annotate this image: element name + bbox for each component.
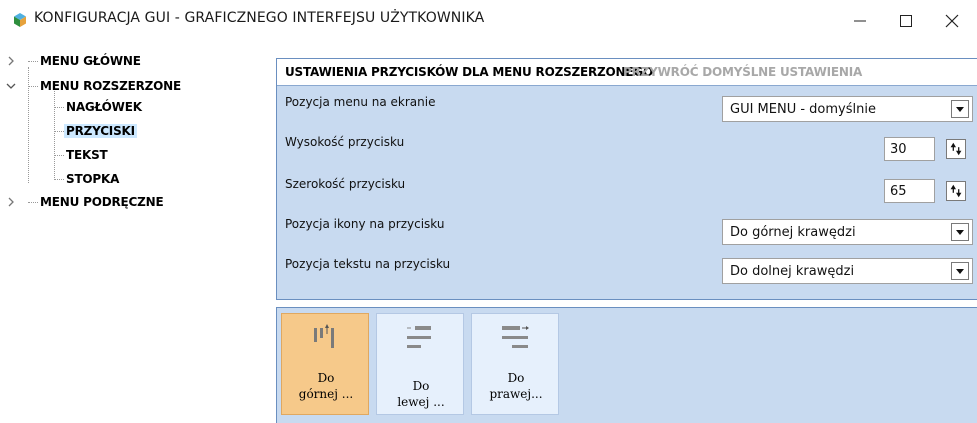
- tree-item-menu-rozszerzone[interactable]: MENU ROZSZERZONE: [38, 77, 183, 95]
- window-title: KONFIGURACJA GUI - GRAFICZNEGO INTERFEJS…: [34, 10, 485, 26]
- text-position-select[interactable]: Do dolnej krawędzi: [722, 258, 973, 284]
- align-left-line2: lewej ...: [397, 395, 445, 409]
- menu-position-value: GUI MENU - domyślnie: [730, 102, 876, 117]
- icon-position-label: Pozycja ikony na przycisku: [285, 217, 445, 231]
- align-right-icon: [502, 326, 529, 348]
- tree-connector: [54, 107, 64, 108]
- align-top-line2: górnej ...: [298, 387, 354, 401]
- tree-item-tekst[interactable]: TEKST: [64, 146, 110, 164]
- tree-connector: [54, 91, 55, 180]
- dropdown-button[interactable]: [951, 262, 969, 280]
- tree-item-stopka[interactable]: STOPKA: [64, 170, 121, 188]
- icon-alignment-toolbar: Do górnej ... Do lewej ... Do prawej...: [276, 307, 977, 423]
- chevron-down-icon: [956, 106, 964, 112]
- gui-config-app-icon: [14, 13, 26, 27]
- tree-connector: [28, 67, 29, 183]
- tree-item-przyciski[interactable]: PRZYCISKI: [64, 122, 137, 140]
- menu-position-select[interactable]: GUI MENU - domyślnie: [722, 96, 973, 122]
- maximize-button[interactable]: [883, 6, 929, 36]
- align-top-icon: [314, 324, 334, 348]
- chevron-right-icon[interactable]: [5, 196, 17, 208]
- restore-defaults-link[interactable]: PRZYWRÓĆ DOMYŚLNE USTAWIENIA: [623, 65, 862, 79]
- close-button[interactable]: [929, 6, 975, 36]
- minimize-button[interactable]: [837, 6, 883, 36]
- tree-item-naglowek[interactable]: NAGŁÓWEK: [64, 98, 144, 116]
- chevron-down-icon: [956, 229, 964, 235]
- close-icon: [945, 14, 959, 28]
- align-right-line2: prawej...: [489, 387, 543, 401]
- minimize-icon: [854, 20, 866, 22]
- align-right-button[interactable]: Do prawej...: [471, 313, 559, 415]
- icon-position-select[interactable]: Do górnej krawędzi: [722, 219, 973, 245]
- button-height-input[interactable]: 30: [884, 137, 935, 161]
- button-width-input[interactable]: 65: [884, 179, 935, 203]
- button-height-label: Wysokość przycisku: [285, 135, 405, 149]
- dropdown-button[interactable]: [951, 100, 969, 118]
- align-top-line1: Do: [317, 371, 335, 385]
- maximize-icon: [900, 15, 912, 27]
- dropdown-button[interactable]: [951, 223, 969, 241]
- settings-tree: MENU GŁÓWNE MENU ROZSZERZONE NAGŁÓWEK PR…: [0, 52, 265, 422]
- align-top-button[interactable]: Do górnej ...: [281, 313, 369, 415]
- align-left-line1: Do: [412, 379, 430, 393]
- button-settings-panel: USTAWIENIA PRZYCISKÓW DLA MENU ROZSZERZO…: [276, 58, 977, 300]
- button-width-value: 65: [890, 184, 907, 199]
- tree-connector: [28, 202, 38, 203]
- panel-title: USTAWIENIA PRZYCISKÓW DLA MENU ROZSZERZO…: [285, 65, 654, 79]
- chevron-right-icon[interactable]: [5, 55, 17, 67]
- chevron-down-icon[interactable]: [5, 80, 17, 92]
- tree-connector: [54, 179, 64, 180]
- spin-arrows-icon[interactable]: [946, 181, 966, 201]
- tree-item-menu-podreczne[interactable]: MENU PODRĘCZNE: [38, 193, 165, 211]
- button-height-value: 30: [890, 142, 907, 157]
- button-height-spinner[interactable]: 30: [884, 137, 973, 161]
- menu-position-label: Pozycja menu na ekranie: [285, 95, 436, 109]
- text-position-label: Pozycja tekstu na przycisku: [285, 257, 451, 271]
- spin-arrows-icon[interactable]: [946, 139, 966, 159]
- align-left-icon: [407, 326, 431, 348]
- align-left-button[interactable]: Do lewej ...: [376, 313, 464, 415]
- button-width-spinner[interactable]: 65: [884, 179, 973, 203]
- chevron-down-icon: [956, 268, 964, 274]
- button-width-label: Szerokość przycisku: [285, 177, 406, 191]
- tree-connector: [28, 86, 38, 87]
- tree-item-menu-glowne[interactable]: MENU GŁÓWNE: [38, 52, 143, 70]
- tree-connector: [54, 155, 64, 156]
- title-bar: KONFIGURACJA GUI - GRAFICZNEGO INTERFEJS…: [0, 0, 977, 42]
- icon-position-value: Do górnej krawędzi: [730, 225, 856, 240]
- tree-connector: [28, 61, 38, 62]
- text-position-value: Do dolnej krawędzi: [730, 264, 855, 279]
- align-right-line1: Do: [507, 371, 525, 385]
- tree-connector: [54, 131, 64, 132]
- panel-header: USTAWIENIA PRZYCISKÓW DLA MENU ROZSZERZO…: [277, 59, 977, 86]
